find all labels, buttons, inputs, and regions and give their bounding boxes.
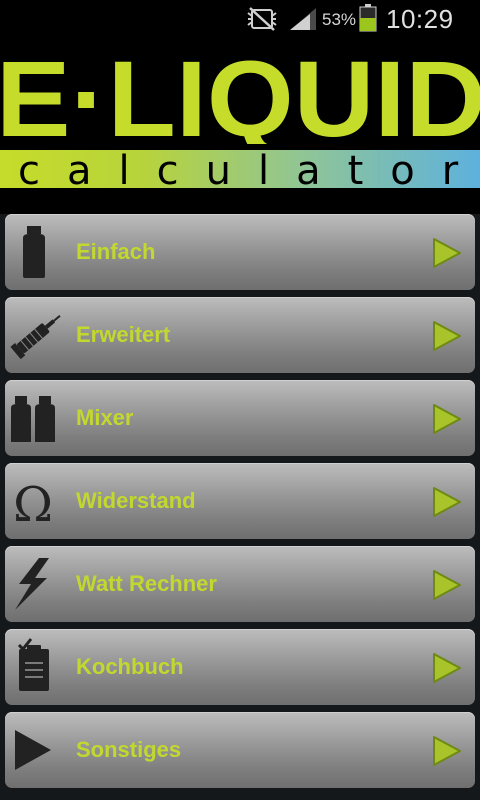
menu-item-widerstand[interactable]: Ω Widerstand: [5, 463, 475, 539]
bottle-icon: [23, 226, 45, 278]
battery-icon: [359, 4, 377, 32]
play-icon: [15, 730, 51, 770]
arrow-right-icon: [433, 238, 461, 268]
svg-text:E·LIQUID: E·LIQUID: [0, 52, 480, 144]
menu-item-label: Watt Rechner: [76, 571, 217, 596]
signal-icon: [290, 8, 316, 30]
menu-item-kochbuch[interactable]: Kochbuch: [5, 629, 475, 705]
arrow-right-icon: [433, 736, 461, 766]
menu-item-label: Mixer: [76, 405, 134, 430]
arrow-right-icon: [433, 487, 461, 517]
syringe-icon: [10, 314, 61, 360]
arrow-right-icon: [433, 404, 461, 434]
menu-item-label: Einfach: [76, 239, 156, 264]
menu-item-sonstiges[interactable]: Sonstiges: [5, 712, 475, 788]
omega-icon: Ω: [13, 477, 53, 531]
svg-text:Ω: Ω: [13, 477, 53, 531]
menu-item-label: Erweitert: [76, 322, 171, 347]
logo-subtitle-strip: calculator: [0, 150, 480, 188]
arrow-right-icon: [433, 321, 461, 351]
menu-item-label: Kochbuch: [76, 654, 184, 679]
mute-icon: [247, 7, 277, 31]
menu-item-label: Sonstiges: [76, 737, 182, 762]
logo-header: E·LIQUID calculator: [0, 38, 480, 214]
menu-item-erweitert[interactable]: Erweitert: [5, 297, 475, 373]
arrow-right-icon: [433, 653, 461, 683]
double-bottle-icon: [11, 396, 55, 442]
logo-title: E·LIQUID: [0, 52, 480, 144]
logo-subtitle: calculator: [18, 150, 480, 188]
status-bar: 53% 10:29: [0, 0, 480, 38]
menu-item-watt-rechner[interactable]: Watt Rechner: [5, 546, 475, 622]
menu-item-label: Widerstand: [76, 488, 196, 513]
battery-percent: 53%: [322, 10, 357, 29]
menu-item-mixer[interactable]: Mixer: [5, 380, 475, 456]
main-menu: Einfach Erweitert Mixer Ω Widerstand Wat…: [5, 214, 475, 795]
arrow-right-icon: [433, 570, 461, 600]
menu-item-einfach[interactable]: Einfach: [5, 214, 475, 290]
lightning-icon: [15, 558, 49, 610]
clipboard-icon: [17, 638, 49, 691]
clock: 10:29: [386, 4, 454, 34]
